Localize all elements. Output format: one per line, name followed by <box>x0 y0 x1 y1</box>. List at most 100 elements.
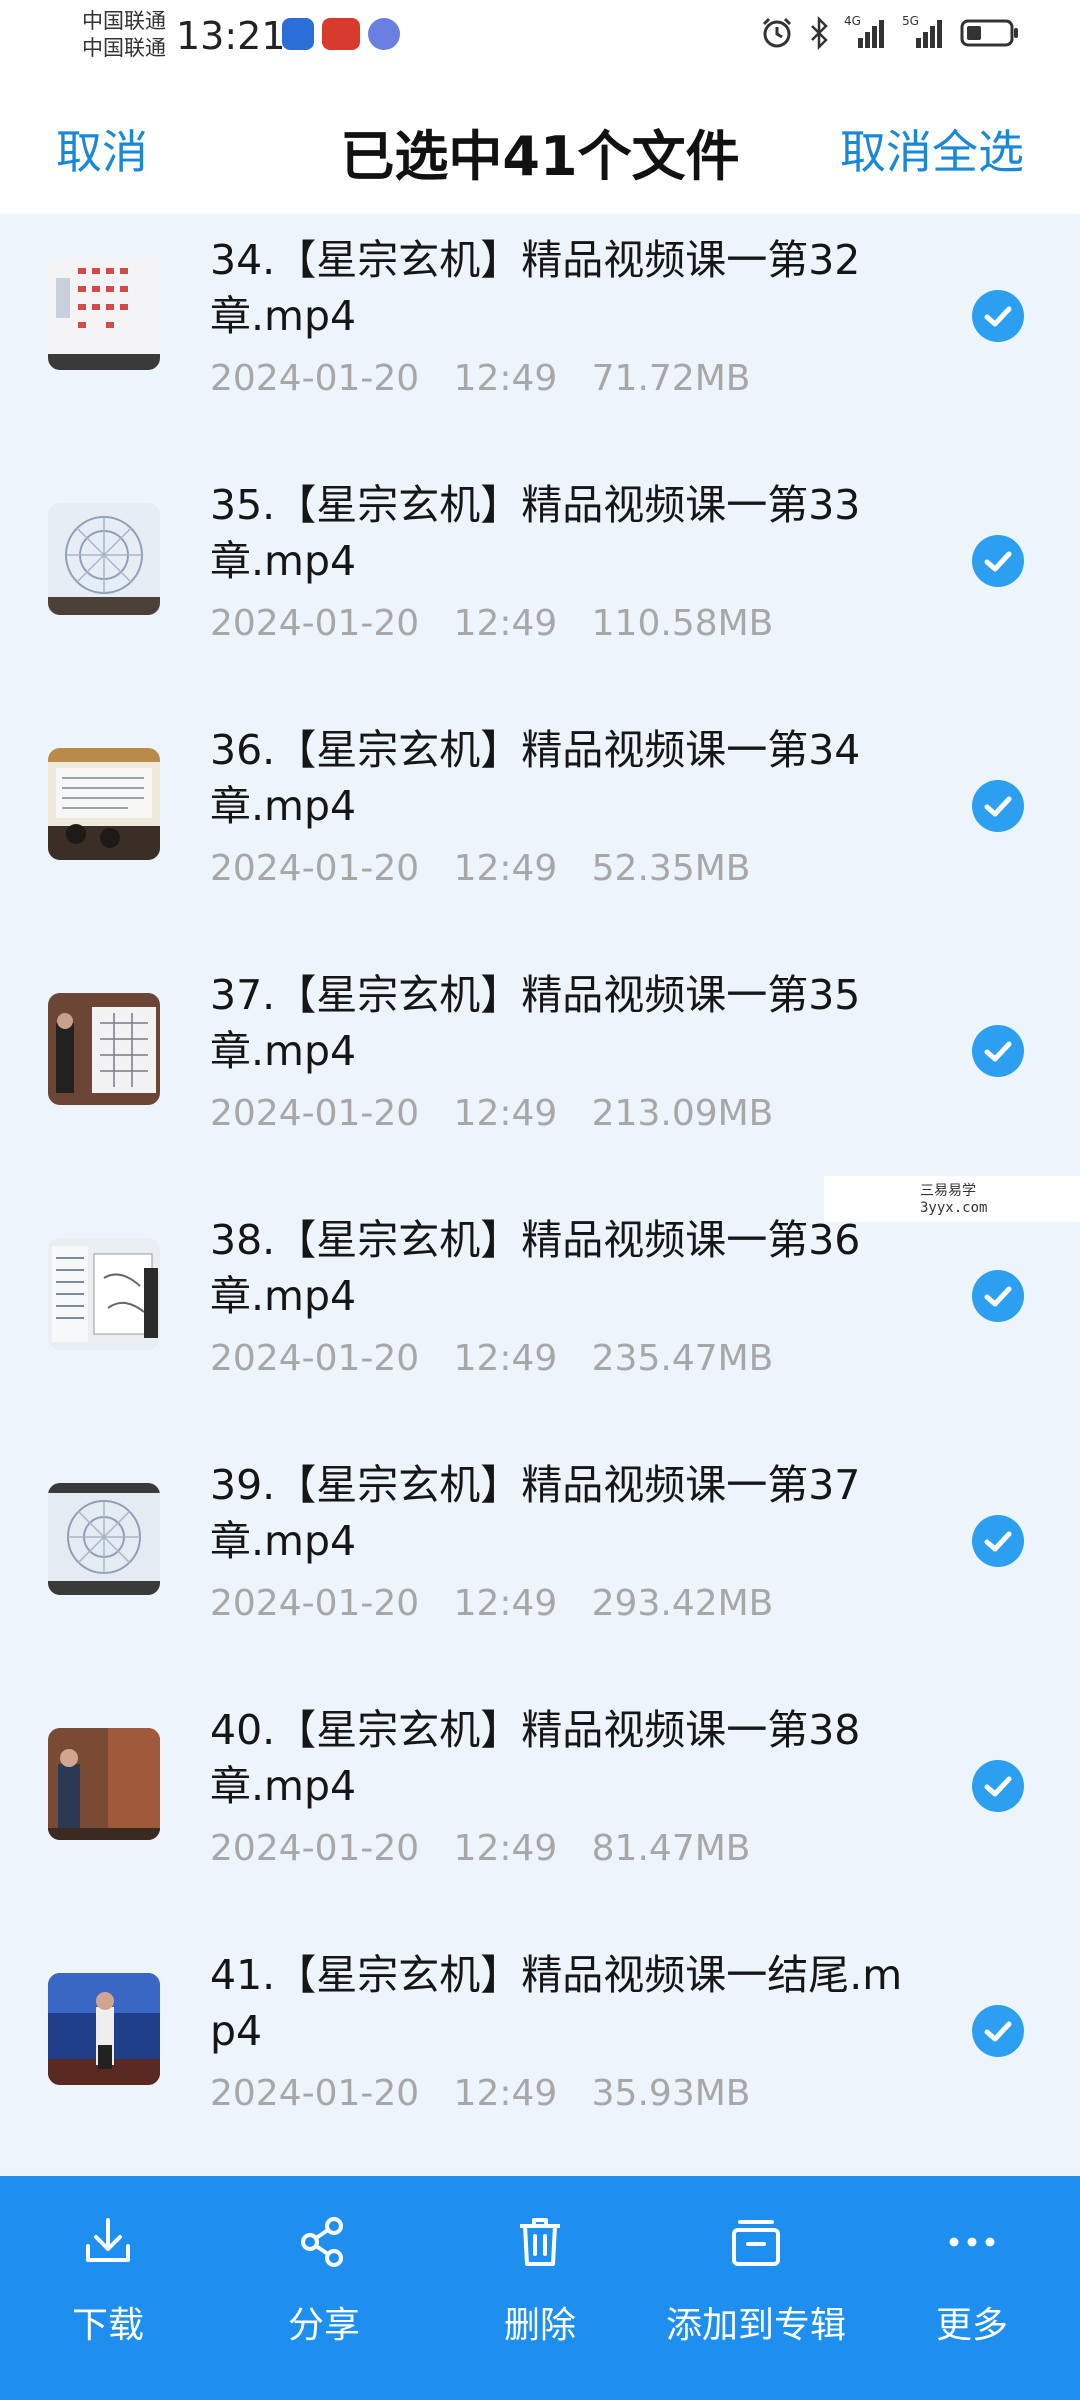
file-time: 12:49 <box>453 1338 558 1379</box>
deselect-all-button[interactable]: 取消全选 <box>840 116 1024 182</box>
selection-header: 取消 已选中41个文件 取消全选 <box>0 72 1080 214</box>
video-thumbnail <box>48 1728 160 1840</box>
file-time: 12:49 <box>453 603 558 644</box>
file-time: 12:49 <box>453 1828 558 1869</box>
file-name: 35.【星宗玄机】精品视频课一第33章.mp4 <box>210 481 861 585</box>
selected-check-icon[interactable] <box>972 290 1024 342</box>
file-row[interactable]: 40.【星宗玄机】精品视频课一第38章.mp4 2024-01-20 12:49… <box>0 1684 1080 1929</box>
selected-check-icon[interactable] <box>972 1515 1024 1567</box>
share-label: 分享 <box>287 2305 360 2346</box>
selected-check-icon[interactable] <box>972 780 1024 832</box>
file-meta: 2024-01-20 12:49 235.47MB <box>210 1338 773 1379</box>
file-name: 36.【星宗玄机】精品视频课一第34章.mp4 <box>210 726 861 830</box>
file-size: 110.58MB <box>591 603 774 644</box>
bluetooth-icon <box>811 16 828 50</box>
file-date: 2024-01-20 <box>210 1338 420 1379</box>
file-row[interactable]: 36.【星宗玄机】精品视频课一第34章.mp4 2024-01-20 12:49… <box>0 704 1080 949</box>
share-button[interactable]: 分享 <box>224 2212 424 2348</box>
file-name: 38.【星宗玄机】精品视频课一第36章.mp4 <box>210 1216 861 1320</box>
file-date: 2024-01-20 <box>210 603 420 644</box>
file-meta: 2024-01-20 12:49 52.35MB <box>210 848 750 889</box>
file-time: 12:49 <box>453 848 558 889</box>
file-size: 35.93MB <box>591 2073 751 2114</box>
file-time: 12:49 <box>453 1583 558 1624</box>
file-time: 12:49 <box>453 2073 558 2114</box>
music-app-icon <box>368 18 400 50</box>
file-size: 213.09MB <box>591 1093 774 1134</box>
file-size: 235.47MB <box>591 1338 774 1379</box>
file-size: 71.72MB <box>591 358 751 399</box>
file-meta: 2024-01-20 12:49 213.09MB <box>210 1093 773 1134</box>
file-time: 12:49 <box>453 1093 558 1134</box>
signal-4g-icon: 4G <box>844 14 888 50</box>
file-size: 293.42MB <box>591 1583 774 1624</box>
status-time: 13:21 <box>176 14 286 58</box>
video-thumbnail <box>48 1973 160 2085</box>
video-thumbnail <box>48 1483 160 1595</box>
album-icon <box>732 2220 780 2266</box>
more-button[interactable]: 更多 <box>872 2212 1072 2348</box>
share-icon <box>301 2217 343 2267</box>
delete-button[interactable]: 删除 <box>440 2212 640 2348</box>
file-name: 37.【星宗玄机】精品视频课一第35章.mp4 <box>210 971 861 1075</box>
selected-check-icon[interactable] <box>972 2005 1024 2057</box>
file-date: 2024-01-20 <box>210 1583 420 1624</box>
alarm-icon <box>762 17 792 48</box>
video-thumbnail <box>48 748 160 860</box>
file-size: 81.47MB <box>591 1828 751 1869</box>
file-date: 2024-01-20 <box>210 2073 420 2114</box>
status-bar: 中国联通 中国联通 13:21 4G 5G <box>0 0 1080 72</box>
file-meta: 2024-01-20 12:49 35.93MB <box>210 2073 750 2114</box>
file-date: 2024-01-20 <box>210 1828 420 1869</box>
file-meta: 2024-01-20 12:49 110.58MB <box>210 603 773 644</box>
watermark: 三易易学 3yyx.com <box>824 1176 1080 1222</box>
add-to-album-label: 添加到专辑 <box>665 2305 846 2346</box>
video-thumbnail <box>48 258 160 370</box>
video-thumbnail <box>48 993 160 1105</box>
more-label: 更多 <box>935 2305 1008 2346</box>
file-row[interactable]: 38.【星宗玄机】精品视频课一第36章.mp4 2024-01-20 12:49… <box>0 1194 1080 1439</box>
file-row[interactable]: 35.【星宗玄机】精品视频课一第33章.mp4 2024-01-20 12:49… <box>0 459 1080 704</box>
video-thumbnail <box>48 503 160 615</box>
file-name: 34.【星宗玄机】精品视频课一第32章.mp4 <box>210 236 861 340</box>
download-button[interactable]: 下载 <box>8 2212 208 2348</box>
watermark-line-1: 三易易学 <box>920 1183 976 1199</box>
file-date: 2024-01-20 <box>210 358 420 399</box>
file-name: 40.【星宗玄机】精品视频课一第38章.mp4 <box>210 1706 861 1810</box>
app-notification-icon <box>322 18 360 50</box>
file-name: 39.【星宗玄机】精品视频课一第37章.mp4 <box>210 1461 861 1565</box>
carrier-1: 中国联通 <box>82 9 166 33</box>
file-date: 2024-01-20 <box>210 1093 420 1134</box>
watermark-line-2: 3yyx.com <box>920 1200 988 1216</box>
file-name: 41.【星宗玄机】精品视频课一结尾.mp4 <box>210 1951 903 2055</box>
selected-check-icon[interactable] <box>972 535 1024 587</box>
selected-check-icon[interactable] <box>972 1760 1024 1812</box>
carrier-2: 中国联通 <box>82 36 166 60</box>
file-date: 2024-01-20 <box>210 848 420 889</box>
add-to-album-button[interactable]: 添加到专辑 <box>656 2212 856 2348</box>
bottom-toolbar: 下载 分享 删除 添加到专辑 更多 <box>0 2176 1080 2400</box>
selected-check-icon[interactable] <box>972 1025 1024 1077</box>
file-row[interactable]: 37.【星宗玄机】精品视频课一第35章.mp4 2024-01-20 12:49… <box>0 949 1080 1194</box>
file-meta: 2024-01-20 12:49 81.47MB <box>210 1828 750 1869</box>
file-row[interactable]: 39.【星宗玄机】精品视频课一第37章.mp4 2024-01-20 12:49… <box>0 1439 1080 1684</box>
delete-label: 删除 <box>503 2305 576 2346</box>
video-thumbnail <box>48 1238 160 1350</box>
download-label: 下载 <box>71 2305 144 2346</box>
app-notification-icon <box>282 18 314 50</box>
file-row[interactable]: 41.【星宗玄机】精品视频课一结尾.mp4 2024-01-20 12:49 3… <box>0 1929 1080 2174</box>
file-meta: 2024-01-20 12:49 293.42MB <box>210 1583 773 1624</box>
download-icon <box>86 2218 130 2262</box>
file-row[interactable]: 34.【星宗玄机】精品视频课一第32章.mp4 2024-01-20 12:49… <box>0 214 1080 459</box>
selected-check-icon[interactable] <box>972 1270 1024 1322</box>
file-meta: 2024-01-20 12:49 71.72MB <box>210 358 750 399</box>
battery-icon <box>960 19 1018 47</box>
trash-icon <box>520 2218 560 2266</box>
notification-icons <box>282 18 400 50</box>
signal-5g-icon: 5G <box>902 14 946 50</box>
file-time: 12:49 <box>453 358 558 399</box>
carrier-info: 中国联通 中国联通 <box>82 8 166 62</box>
system-icons: 4G 5G <box>760 14 1020 50</box>
file-size: 52.35MB <box>591 848 751 889</box>
more-icon <box>949 2237 995 2247</box>
